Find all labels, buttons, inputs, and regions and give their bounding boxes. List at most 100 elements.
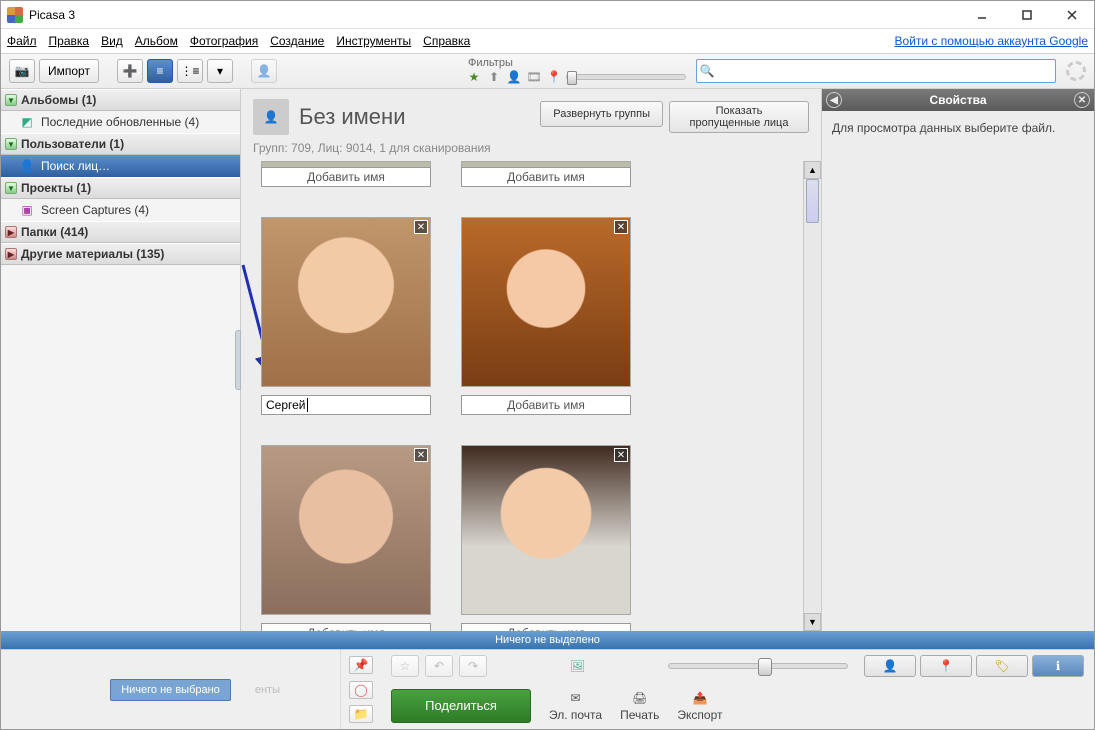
filter-face-icon[interactable]: 👤 xyxy=(506,69,522,85)
name-input[interactable]: Добавить имя xyxy=(461,167,631,187)
filter-star-icon[interactable]: ★ xyxy=(466,69,482,85)
export-label: Экспорт xyxy=(677,708,722,722)
close-button[interactable] xyxy=(1049,1,1094,29)
selection-chip: Ничего не выбрано xyxy=(110,679,231,701)
dismiss-face-button[interactable]: ✕ xyxy=(614,220,628,234)
pin-button[interactable]: 📌 xyxy=(349,656,373,674)
scrollbar[interactable]: ▲ ▼ xyxy=(803,161,821,631)
print-button[interactable]: 🖨Печать xyxy=(620,690,659,722)
tab-info[interactable]: ℹ xyxy=(1032,655,1084,677)
menu-photo[interactable]: Фотография xyxy=(190,34,258,48)
sidebar-head-albums-label: Альбомы (1) xyxy=(21,93,96,107)
scroll-down-button[interactable]: ▼ xyxy=(804,613,821,631)
face-thumbnail[interactable]: ✕ xyxy=(461,217,631,387)
sidebar-item-screencaptures[interactable]: ▣Screen Captures (4) xyxy=(1,199,240,221)
import-button[interactable]: Импорт xyxy=(39,59,99,83)
view-tree-button[interactable]: ⋮≡ xyxy=(177,59,203,83)
star-button[interactable]: ☆ xyxy=(391,655,419,677)
sidebar: ▼Альбомы (1) ◩Последние обновленные (4) … xyxy=(1,89,241,631)
minimize-button[interactable] xyxy=(959,1,1004,29)
menu-create[interactable]: Создание xyxy=(270,34,324,48)
recent-icon: ◩ xyxy=(19,114,35,130)
dismiss-face-button[interactable]: ✕ xyxy=(414,448,428,462)
menu-view[interactable]: Вид xyxy=(101,34,123,48)
window-title: Picasa 3 xyxy=(29,8,75,22)
import-camera-button[interactable]: 📷 xyxy=(9,59,35,83)
rotate-left-button[interactable]: ↶ xyxy=(425,655,453,677)
thumb-size-icon: 🖼 xyxy=(570,659,585,673)
search-icon: 🔍 xyxy=(697,64,717,78)
search-input[interactable] xyxy=(717,61,1055,81)
prop-close[interactable]: ✕ xyxy=(1074,92,1090,108)
name-input[interactable]: Добавить имя xyxy=(461,395,631,415)
thumb-size-slider[interactable] xyxy=(668,663,848,669)
selection-status: Ничего не выделено xyxy=(1,631,1094,649)
signin-link[interactable]: Войти с помощью аккаунта Google xyxy=(895,34,1088,48)
view-options-button[interactable]: ▾ xyxy=(207,59,233,83)
face-thumbnail[interactable]: ✕ xyxy=(261,445,431,615)
show-skipped-button[interactable]: Показать пропущенные лица xyxy=(669,101,809,133)
sidebar-head-other-label: Другие материалы (135) xyxy=(21,247,164,261)
maximize-button[interactable] xyxy=(1004,1,1049,29)
menu-help[interactable]: Справка xyxy=(423,34,470,48)
sidebar-item-recent[interactable]: ◩ Последние обновленные (4) xyxy=(1,111,240,133)
filter-geo-icon[interactable]: 📍 xyxy=(546,69,562,85)
record-button[interactable]: ◯ xyxy=(349,681,373,699)
printer-icon: 🖨 xyxy=(631,690,649,706)
menu-edit[interactable]: Правка xyxy=(49,34,90,48)
sidebar-head-albums[interactable]: ▼Альбомы (1) xyxy=(1,89,240,111)
sidebar-item-facesearch[interactable]: 👤 Поиск лиц… xyxy=(1,155,240,177)
face-thumbnail[interactable]: ✕ xyxy=(461,445,631,615)
sidebar-head-other[interactable]: ▶Другие материалы (135) xyxy=(1,243,240,265)
group-avatar: 👤 xyxy=(253,99,289,135)
filter-movie-icon[interactable]: 🎞 xyxy=(526,69,542,85)
dismiss-face-button[interactable]: ✕ xyxy=(414,220,428,234)
face-thumbnail[interactable]: ✕ xyxy=(261,217,431,387)
tab-tags[interactable]: 🏷 xyxy=(976,655,1028,677)
envelope-icon: ✉ xyxy=(567,690,585,706)
sidebar-head-users[interactable]: ▼Пользователи (1) xyxy=(1,133,240,155)
tab-people[interactable]: 👤 xyxy=(864,655,916,677)
sidebar-item-facesearch-label: Поиск лиц… xyxy=(41,159,110,173)
rotate-right-button[interactable]: ↷ xyxy=(459,655,487,677)
properties-title: Свойства xyxy=(842,93,1074,107)
sidebar-item-recent-label: Последние обновленные (4) xyxy=(41,115,199,129)
filter-upload-icon[interactable]: ⬆ xyxy=(486,69,502,85)
people-button[interactable]: 👤 xyxy=(251,59,277,83)
menu-tools[interactable]: Инструменты xyxy=(336,34,411,48)
group-stats: Групп: 709, Лиц: 9014, 1 для сканировани… xyxy=(253,141,809,155)
prop-collapse-left[interactable]: ◀ xyxy=(826,92,842,108)
view-list-button[interactable]: ≡ xyxy=(147,59,173,83)
person-icon: 👤 xyxy=(19,158,35,174)
sidebar-head-users-label: Пользователи (1) xyxy=(21,137,124,151)
ghost-text: енты xyxy=(255,684,280,696)
sidebar-head-projects[interactable]: ▼Проекты (1) xyxy=(1,177,240,199)
tray-button[interactable]: 📁 xyxy=(349,705,373,723)
export-button[interactable]: 📤 Экспорт xyxy=(677,690,722,722)
expand-groups-button[interactable]: Развернуть группы xyxy=(540,101,663,127)
name-input[interactable]: Добавить имя xyxy=(261,167,431,187)
menu-file[interactable]: Файл xyxy=(7,34,37,48)
import-label: Импорт xyxy=(48,64,90,78)
tab-places[interactable]: 📍 xyxy=(920,655,972,677)
dismiss-face-button[interactable]: ✕ xyxy=(614,448,628,462)
app-logo xyxy=(7,7,23,23)
properties-body: Для просмотра данных выберите файл. xyxy=(822,111,1094,145)
scroll-thumb[interactable] xyxy=(806,179,819,223)
sidebar-head-folders[interactable]: ▶Папки (414) xyxy=(1,221,240,243)
export-icon: 📤 xyxy=(691,690,709,706)
share-button[interactable]: Поделиться xyxy=(391,689,531,723)
activity-spinner-icon xyxy=(1066,61,1086,81)
scroll-up-button[interactable]: ▲ xyxy=(804,161,821,179)
email-button[interactable]: ✉Эл. почта xyxy=(549,690,602,722)
sidebar-head-projects-label: Проекты (1) xyxy=(21,181,91,195)
filters-label: Фильтры xyxy=(466,57,686,69)
search-bar[interactable]: 🔍 xyxy=(696,59,1056,83)
name-input[interactable]: Добавить имя xyxy=(261,623,431,631)
capture-icon: ▣ xyxy=(19,202,35,218)
name-input-editing[interactable]: Сергей xyxy=(261,395,431,415)
filter-slider[interactable] xyxy=(566,74,686,80)
menu-album[interactable]: Альбом xyxy=(135,34,178,48)
name-input[interactable]: Добавить имя xyxy=(461,623,631,631)
new-album-button[interactable]: ➕ xyxy=(117,59,143,83)
